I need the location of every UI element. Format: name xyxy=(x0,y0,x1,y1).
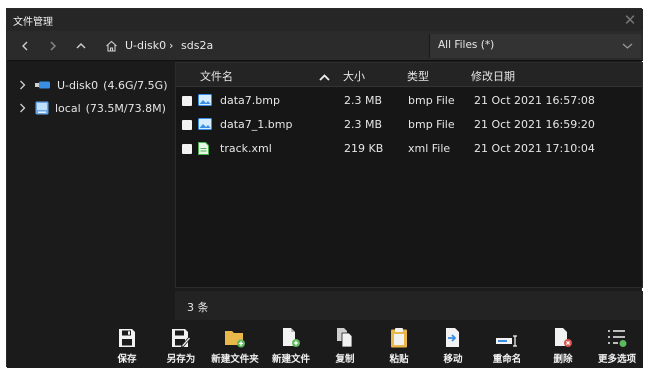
new-file-icon xyxy=(281,322,301,348)
column-size[interactable]: 大小 xyxy=(343,68,365,84)
file-modified-date: 21 Oct 2021 17:10:04 xyxy=(474,142,595,155)
save-as-button[interactable]: 另存为 xyxy=(153,322,209,366)
delete-button[interactable]: 删除 xyxy=(535,322,591,366)
file-type-filter[interactable]: All Files (*) xyxy=(429,34,641,58)
save-button[interactable]: 保存 xyxy=(99,322,155,366)
save-as-icon xyxy=(171,322,191,348)
file-modified-date: 21 Oct 2021 16:57:08 xyxy=(474,94,595,107)
navigation-bar: U-disk0 › sds2a All Files (*) xyxy=(7,31,643,61)
chevron-down-icon xyxy=(622,40,633,53)
file-size: 2.3 MB xyxy=(344,94,383,107)
rename-label: 重命名 xyxy=(492,354,522,365)
tree-item-label: U-disk0 xyxy=(57,78,99,92)
column-date[interactable]: 修改日期 xyxy=(471,68,515,84)
copy-button[interactable]: 复制 xyxy=(317,322,373,366)
save-label: 保存 xyxy=(117,354,137,365)
chevron-right-icon[interactable] xyxy=(19,80,31,90)
delete-icon xyxy=(553,322,573,348)
table-row[interactable]: data7_1.bmp 2.3 MB bmp File 21 Oct 2021 … xyxy=(176,113,642,137)
file-manager-window: 文件管理 ✕ U-disk0 › sds2a All Files (*) U-d… xyxy=(6,8,643,368)
chevron-right-icon[interactable] xyxy=(19,103,31,113)
row-checkbox[interactable] xyxy=(182,144,192,154)
table-row[interactable]: data7.bmp 2.3 MB bmp File 21 Oct 2021 16… xyxy=(176,89,642,113)
new-folder-icon xyxy=(224,322,246,348)
file-list: 文件名 大小 类型 修改日期 data7.bmp 2.3 MB bmp File… xyxy=(175,62,643,288)
title-bar: 文件管理 ✕ xyxy=(7,9,643,31)
usb-drive-icon xyxy=(35,81,51,89)
file-name: data7_1.bmp xyxy=(220,118,293,131)
image-file-icon xyxy=(198,118,212,133)
item-count: 3 条 xyxy=(187,301,209,314)
new-file-label: 新建文件 xyxy=(271,354,310,365)
paste-label: 粘贴 xyxy=(389,354,409,365)
more-options-icon xyxy=(606,322,628,348)
new-file-button[interactable]: 新建文件 xyxy=(263,322,319,366)
tree-item-u-disk0[interactable]: U-disk0 (4.6G/7.5G) xyxy=(19,76,168,94)
tree-item-capacity: (4.6G/7.5G) xyxy=(103,78,168,92)
forward-icon[interactable] xyxy=(43,37,63,55)
file-type: xml File xyxy=(408,142,451,155)
column-name[interactable]: 文件名 xyxy=(200,68,233,84)
file-name: data7.bmp xyxy=(220,94,280,107)
file-type: bmp File xyxy=(408,118,455,131)
breadcrumb-sds2a[interactable]: sds2a xyxy=(181,39,213,52)
row-checkbox[interactable] xyxy=(182,96,192,106)
breadcrumb-separator-icon: › xyxy=(169,39,174,52)
sort-ascending-icon[interactable] xyxy=(319,71,330,84)
move-button[interactable]: 移动 xyxy=(425,322,481,366)
tree-item-local[interactable]: local (73.5M/73.8M) xyxy=(19,99,166,117)
delete-label: 删除 xyxy=(553,354,573,365)
new-folder-button[interactable]: 新建文件夹 xyxy=(207,322,263,366)
close-icon[interactable]: ✕ xyxy=(617,9,643,31)
tree-item-label: local xyxy=(55,101,81,115)
home-icon[interactable] xyxy=(101,37,121,55)
file-size: 219 KB xyxy=(344,142,384,155)
paste-icon xyxy=(390,322,408,348)
file-type: bmp File xyxy=(408,94,455,107)
more-options-label: 更多选项 xyxy=(597,354,636,365)
window-title: 文件管理 xyxy=(13,17,53,28)
rename-button[interactable]: 重命名 xyxy=(479,322,535,366)
file-modified-date: 21 Oct 2021 16:59:20 xyxy=(474,118,595,131)
file-list-header: 文件名 大小 类型 修改日期 xyxy=(176,63,642,87)
file-size: 2.3 MB xyxy=(344,118,383,131)
save-as-label: 另存为 xyxy=(166,354,196,365)
copy-icon xyxy=(335,322,355,348)
file-type-filter-value: All Files (*) xyxy=(438,39,495,51)
save-icon xyxy=(118,322,136,348)
row-checkbox[interactable] xyxy=(182,120,192,130)
local-drive-icon xyxy=(35,101,49,115)
more-options-button[interactable]: 更多选项 xyxy=(589,322,645,366)
move-label: 移动 xyxy=(443,354,463,365)
image-file-icon xyxy=(198,94,212,109)
copy-label: 复制 xyxy=(335,354,355,365)
rename-icon xyxy=(495,322,519,348)
back-icon[interactable] xyxy=(15,37,35,55)
paste-button[interactable]: 粘贴 xyxy=(371,322,427,366)
xml-file-icon xyxy=(198,142,209,158)
status-bar: 3 条 xyxy=(175,291,643,320)
breadcrumb-u-disk0[interactable]: U-disk0 xyxy=(125,39,166,52)
folder-tree: U-disk0 (4.6G/7.5G) local (73.5M/73.8M) xyxy=(7,62,173,320)
move-icon xyxy=(444,322,462,348)
new-folder-label: 新建文件夹 xyxy=(211,354,259,365)
table-row[interactable]: track.xml 219 KB xml File 21 Oct 2021 17… xyxy=(176,137,642,161)
column-type[interactable]: 类型 xyxy=(407,68,429,84)
file-name: track.xml xyxy=(220,142,272,155)
action-toolbar: 保存 另存为 新建文件夹 新建文件 复制 粘贴 移动 重命名 删除 更多选项 xyxy=(7,320,643,368)
tree-item-capacity: (73.5M/73.8M) xyxy=(85,101,166,115)
up-icon[interactable] xyxy=(71,37,91,55)
